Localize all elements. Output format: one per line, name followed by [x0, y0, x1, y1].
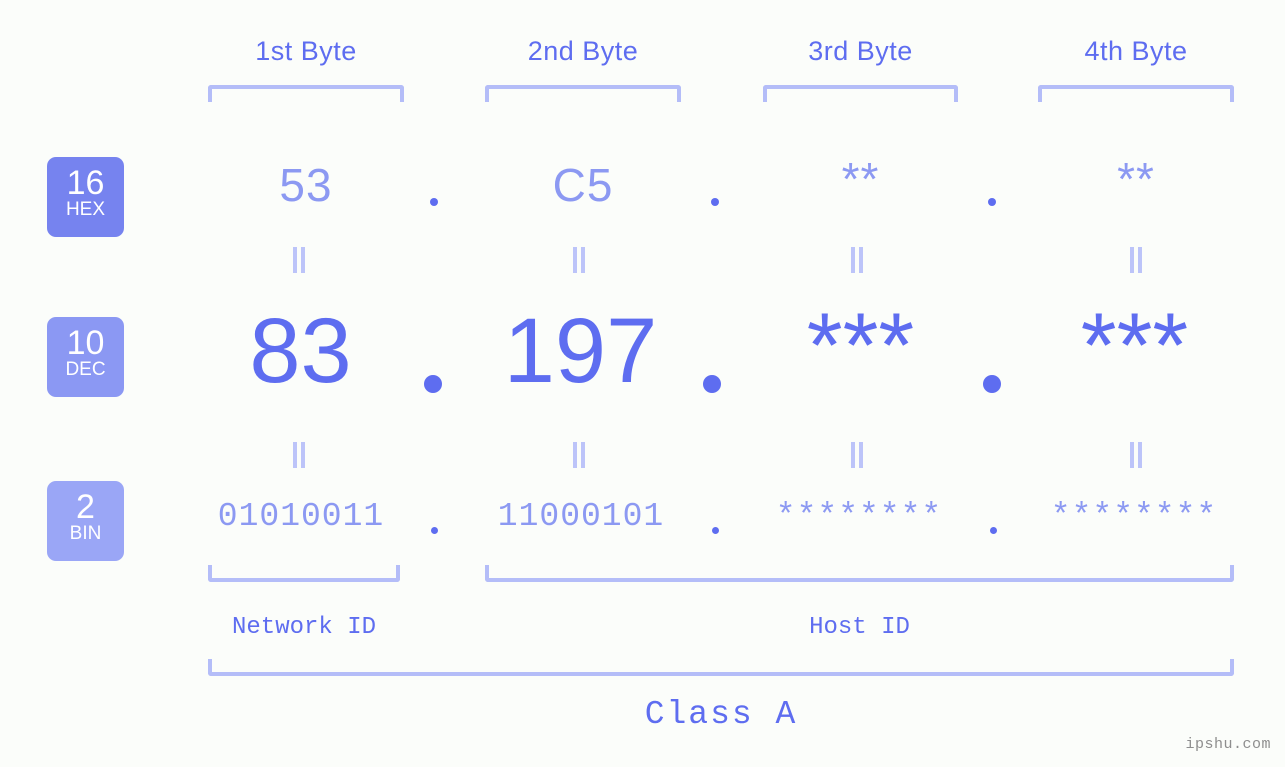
hex-value-byte-3: **: [841, 153, 880, 205]
dec-value-byte-2: 197: [503, 300, 658, 402]
radix-badge-hex-name: HEX: [65, 199, 106, 220]
equals-separator-dec-bin-2: [573, 442, 587, 468]
hex-dot-separator-1: [430, 198, 438, 206]
hex-value-byte-4: **: [1117, 153, 1155, 205]
byte-bracket-2: [485, 85, 681, 102]
equals-separator-dec-bin-4: [1130, 442, 1144, 468]
equals-separator-dec-bin-3: [851, 442, 865, 468]
radix-badge-dec-number: 10: [66, 324, 105, 362]
byte-header-label-4: 4th Byte: [1084, 36, 1188, 66]
hex-value-byte-2: C5: [552, 159, 614, 211]
byte-bracket-3: [763, 85, 958, 102]
radix-badge-bin-name: BIN: [69, 523, 102, 544]
site-watermark: ipshu.com: [1185, 736, 1271, 753]
bin-value-byte-4: ********: [1050, 498, 1218, 535]
class-label: Class A: [644, 696, 798, 733]
dec-dot-separator-2: [703, 375, 721, 393]
hex-value-byte-1: 53: [279, 159, 333, 211]
byte-header-label-3: 3rd Byte: [808, 36, 913, 66]
equals-separator-hex-dec-1: [293, 247, 307, 273]
equals-separator-hex-dec-3: [851, 247, 865, 273]
byte-header-label-2: 2nd Byte: [527, 36, 639, 66]
bin-value-byte-3: ********: [775, 498, 943, 535]
hex-dot-separator-2: [711, 198, 719, 206]
radix-badge-hex-number: 16: [66, 164, 105, 202]
bin-dot-separator-1: [431, 527, 438, 534]
byte-header-label-1: 1st Byte: [255, 36, 357, 66]
bin-value-byte-1: 01010011: [217, 498, 385, 535]
radix-badge-dec-name: DEC: [65, 359, 106, 380]
host-id-bracket: [485, 565, 1234, 582]
bin-value-byte-2: 11000101: [497, 498, 665, 535]
byte-bracket-1: [208, 85, 404, 102]
ip-breakdown-diagram: 1st Byte 2nd Byte 3rd Byte 4th Byte 16 H…: [0, 0, 1285, 767]
dec-value-byte-3: ***: [806, 295, 915, 397]
dec-value-byte-1: 83: [249, 300, 352, 402]
network-id-label: Network ID: [231, 614, 377, 641]
hex-dot-separator-3: [988, 198, 996, 206]
dec-value-byte-4: ***: [1080, 295, 1189, 397]
equals-separator-hex-dec-2: [573, 247, 587, 273]
radix-badge-dec: 10 DEC: [47, 317, 124, 397]
equals-separator-dec-bin-1: [293, 442, 307, 468]
dec-dot-separator-3: [983, 375, 1001, 393]
radix-badge-bin: 2 BIN: [47, 481, 124, 561]
equals-separator-hex-dec-4: [1130, 247, 1144, 273]
bin-dot-separator-3: [990, 527, 997, 534]
class-bracket: [208, 659, 1234, 676]
dec-dot-separator-1: [424, 375, 442, 393]
radix-badge-bin-number: 2: [76, 488, 95, 526]
byte-bracket-4: [1038, 85, 1234, 102]
network-id-bracket: [208, 565, 400, 582]
host-id-label: Host ID: [809, 614, 910, 641]
bin-dot-separator-2: [712, 527, 719, 534]
radix-badge-hex: 16 HEX: [47, 157, 124, 237]
